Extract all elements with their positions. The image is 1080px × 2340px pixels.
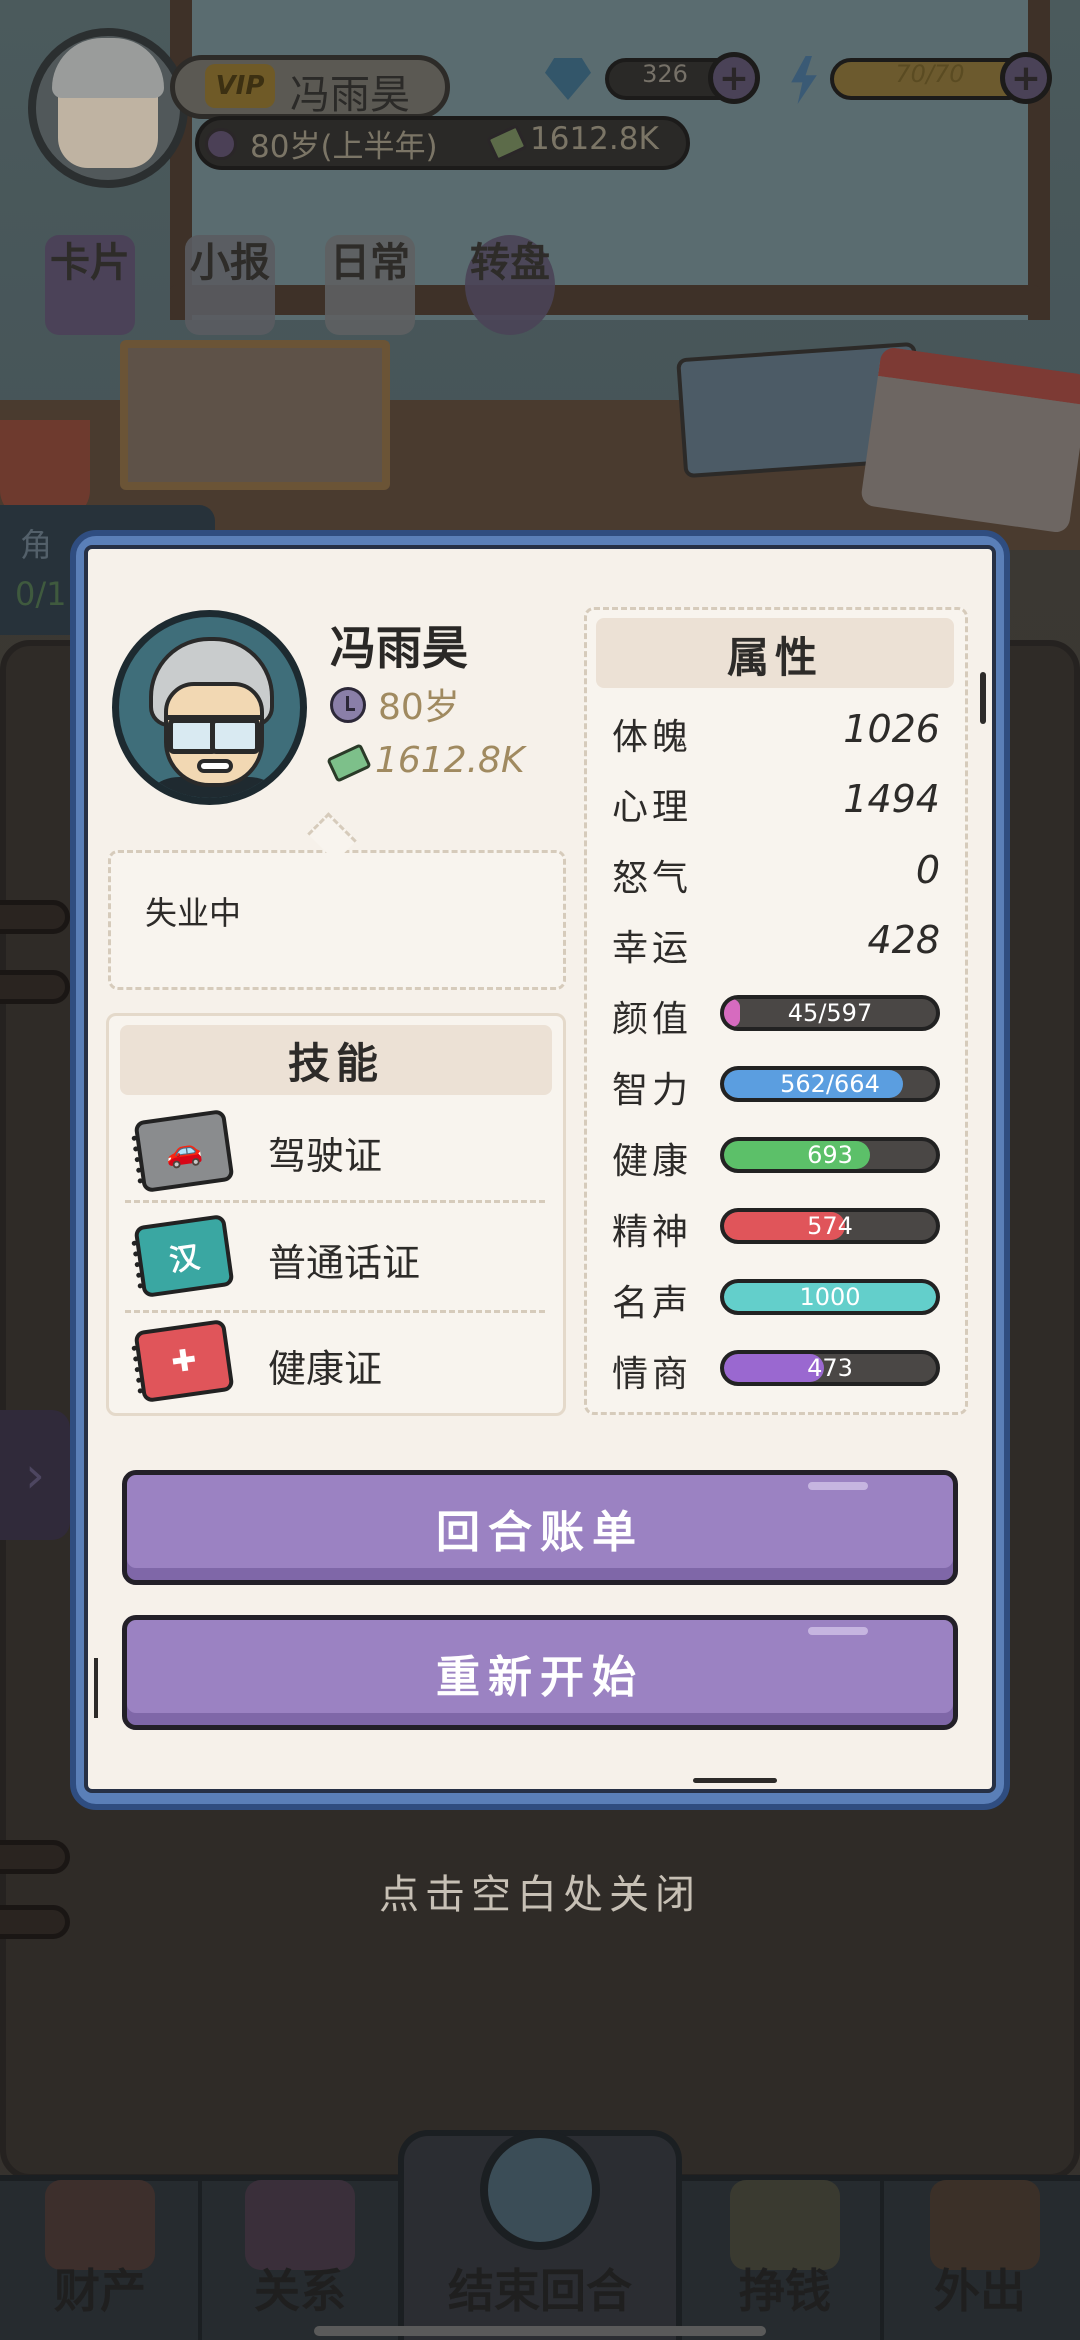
diamond-count: 326 — [642, 60, 688, 88]
nav-relations[interactable]: 关系 — [200, 2255, 400, 2321]
player-age: 80岁(上半年) — [250, 129, 438, 165]
chevron-left-panel-tab[interactable]: › — [0, 1410, 70, 1540]
button-shine — [808, 1482, 868, 1490]
attr-name: 心理 — [612, 787, 693, 828]
tap-to-close-hint: 点击空白处关闭 — [379, 1872, 701, 1918]
attr-bar: 1000 — [720, 1279, 940, 1315]
player-money: 1612.8K — [530, 121, 659, 157]
attr-bar-text: 562/664 — [780, 1070, 880, 1098]
player-name: 冯雨昊 — [290, 72, 410, 118]
attr-bar-text: 574 — [807, 1212, 853, 1240]
calendar-decoration — [859, 346, 1080, 534]
attr-value: 1494 — [843, 777, 940, 821]
window-sill — [170, 285, 1040, 315]
character-portrait — [112, 610, 307, 805]
attr-bar-text: 473 — [807, 1354, 853, 1382]
menu-cards[interactable]: 卡片 — [30, 230, 150, 288]
button-shine — [808, 1627, 868, 1635]
attr-bar: 473 — [720, 1350, 940, 1386]
family-photo — [120, 340, 390, 490]
attr-name: 名声 — [612, 1283, 693, 1324]
clock-icon — [205, 128, 237, 160]
attr-bar: 45/597 — [720, 995, 940, 1031]
nav-go-out[interactable]: 外出 — [880, 2255, 1080, 2321]
notebook-ring — [0, 970, 70, 1004]
alarm-clock-icon — [480, 2130, 600, 2250]
attributes-title: 属性 — [726, 633, 823, 682]
energy-count: 70/70 — [895, 60, 965, 88]
attr-name: 智力 — [612, 1070, 693, 1111]
attr-name: 幸运 — [612, 928, 693, 969]
attr-value: 0 — [915, 848, 940, 892]
nav-property[interactable]: 财产 — [0, 2255, 200, 2321]
dialog-edge-mark — [94, 1658, 98, 1718]
menu-daily[interactable]: 日常 — [310, 230, 430, 288]
dialog-scroll-indicator — [693, 1778, 777, 1783]
attr-value: 1026 — [843, 707, 940, 751]
character-money: 1612.8K — [375, 740, 525, 781]
skill-divider — [125, 1200, 545, 1203]
attr-name: 情商 — [612, 1354, 693, 1395]
clock-icon — [330, 687, 366, 723]
attr-name: 怒气 — [612, 858, 693, 899]
car-license-icon: 🚗 — [133, 1108, 235, 1194]
employment-status: 失业中 — [145, 894, 242, 932]
attr-bar-text: 693 — [807, 1141, 853, 1169]
attr-bar-text: 1000 — [799, 1283, 861, 1311]
notebook-ring — [0, 900, 70, 934]
health-cert-icon: ✚ — [133, 1318, 235, 1404]
skills-title: 技能 — [287, 1039, 384, 1088]
attr-name: 颜值 — [612, 999, 693, 1040]
task-side-tab-progress: 0/1 — [15, 575, 67, 613]
menu-newspaper[interactable]: 小报 — [170, 230, 290, 288]
player-avatar[interactable] — [28, 28, 188, 188]
attr-name: 健康 — [612, 1141, 693, 1182]
add-diamond-button[interactable]: + — [708, 52, 760, 104]
attr-value: 428 — [867, 918, 940, 962]
character-name: 冯雨昊 — [330, 621, 468, 675]
attr-bar-text: 45/597 — [787, 999, 873, 1027]
skill-label: 健康证 — [268, 1347, 383, 1391]
nav-earn-money[interactable]: 挣钱 — [685, 2255, 885, 2321]
menu-wheel[interactable]: 转盘 — [450, 230, 570, 288]
attr-name: 体魄 — [612, 717, 693, 758]
attr-bar: 693 — [720, 1137, 940, 1173]
character-age: 80岁 — [378, 687, 460, 728]
mandarin-cert-icon: 汉 — [133, 1213, 235, 1299]
skill-label: 驾驶证 — [268, 1134, 383, 1178]
add-energy-button[interactable]: + — [1000, 52, 1052, 104]
task-side-tab-label: 角 — [20, 526, 53, 564]
attributes-scrollbar[interactable] — [980, 672, 986, 724]
home-indicator[interactable] — [314, 2326, 766, 2336]
vip-badge[interactable]: VIP — [205, 64, 275, 108]
skill-label: 普通话证 — [268, 1241, 421, 1285]
attr-bar: 574 — [720, 1208, 940, 1244]
nav-end-round[interactable]: 结束回合 — [390, 2255, 690, 2321]
attr-name: 精神 — [612, 1212, 693, 1253]
attr-bar: 562/664 — [720, 1066, 940, 1102]
